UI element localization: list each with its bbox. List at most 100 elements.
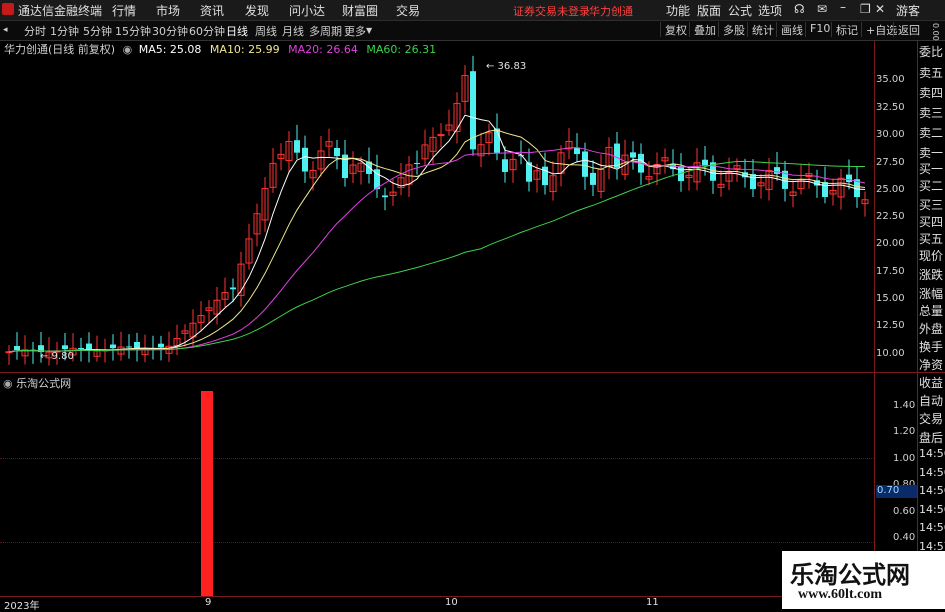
menu-item-options[interactable]: 选项 — [758, 2, 782, 19]
user-label[interactable]: 游客 — [896, 2, 920, 19]
price-tick: 32.50 — [876, 102, 905, 113]
menu-item-market[interactable]: 市场 — [156, 2, 180, 19]
side-panel-top-value: 0.00 — [931, 23, 940, 41]
menu-item-wealth[interactable]: 财富圈 — [342, 2, 378, 19]
menu-item-trade[interactable]: 交易 — [396, 2, 420, 19]
side-panel-item[interactable]: 卖二 — [919, 124, 945, 141]
caret-left-icon[interactable]: ◂ — [3, 25, 8, 35]
candle-down — [630, 152, 636, 158]
toolbar-f10[interactable]: F10 — [805, 22, 830, 37]
candle-down — [334, 147, 340, 157]
candle-down — [382, 195, 388, 198]
price-tick: 30.00 — [876, 129, 905, 140]
side-panel-item[interactable]: 涨跌 — [919, 266, 945, 283]
menu-item-layout[interactable]: 版面 — [697, 2, 721, 19]
side-panel-item[interactable]: 14:56 — [919, 521, 945, 534]
side-panel-item[interactable]: 外盘 — [919, 320, 945, 337]
price-tick: 25.00 — [876, 184, 905, 195]
period-tab-monthly[interactable]: 月线 — [282, 23, 304, 39]
side-panel-item[interactable]: 换手 — [919, 338, 945, 355]
toolbar-back[interactable]: 返回 — [893, 22, 920, 37]
toolbar-overlay[interactable]: 叠加 — [689, 22, 716, 37]
price-tick: 20.00 — [876, 238, 905, 249]
period-tab-60min[interactable]: 60分钟 — [189, 23, 225, 39]
minimize-icon[interactable]: – — [840, 0, 846, 14]
price-tick: 10.00 — [876, 348, 905, 359]
period-tab-multi[interactable]: 多周期 — [309, 23, 342, 39]
x-axis-label: 10 — [445, 597, 458, 608]
candle-down — [294, 140, 300, 153]
watermark-url: www.60lt.com — [798, 587, 882, 602]
side-panel-item[interactable]: 自动 — [919, 392, 945, 409]
side-panel-item[interactable]: 卖四 — [919, 84, 945, 101]
side-panel-item[interactable]: 涨幅 — [919, 285, 945, 302]
side-panel-item[interactable]: 交易 — [919, 410, 945, 427]
side-panel-item[interactable]: 买五 — [919, 230, 945, 247]
indicator-bar — [201, 391, 213, 596]
period-tab-timeshare[interactable]: 分时 — [24, 23, 46, 39]
login-notice[interactable]: 证券交易未登录 — [513, 3, 590, 19]
price-tick: 27.50 — [876, 157, 905, 168]
side-panel-item[interactable]: 总量 — [919, 302, 945, 319]
high-price-label: ← 36.83 — [486, 61, 526, 72]
watermark-title: 乐淘公式网 — [790, 561, 910, 589]
price-tick: 15.00 — [876, 293, 905, 304]
x-axis-label: 11 — [646, 597, 659, 608]
menu-item-quotes[interactable]: 行情 — [112, 2, 136, 19]
toolbar-multi-stock[interactable]: 多股 — [718, 22, 745, 37]
candle-down — [590, 172, 596, 185]
price-tick: 17.50 — [876, 266, 905, 277]
indicator-tick: 0.40 — [893, 532, 916, 543]
restore-icon[interactable]: ❐ — [860, 2, 871, 16]
period-tab-30min[interactable]: 30分钟 — [152, 23, 188, 39]
period-tab-more[interactable]: 更多 — [344, 23, 366, 39]
toolbar-statistics[interactable]: 统计 — [747, 22, 774, 37]
period-tab-15min[interactable]: 15分钟 — [115, 23, 151, 39]
menu-item-formula[interactable]: 公式 — [728, 2, 752, 19]
side-panel-item[interactable]: 卖三 — [919, 104, 945, 121]
x-axis-line — [0, 596, 917, 597]
side-panel-item[interactable]: 买四 — [919, 213, 945, 230]
app-logo-icon — [2, 2, 14, 16]
menu-item-news[interactable]: 资讯 — [200, 2, 224, 19]
candle-down — [126, 346, 132, 348]
menu-item-function[interactable]: 功能 — [666, 2, 690, 19]
menu-item-discover[interactable]: 发现 — [245, 2, 269, 19]
side-panel-item[interactable]: 收益 — [919, 374, 945, 391]
toolbar-add-favorite[interactable]: +自选 — [861, 22, 897, 37]
side-panel-item[interactable]: 14:56 — [919, 484, 945, 497]
candle-up — [437, 134, 445, 137]
kline-chart[interactable]: ← 36.83 ← 9.80 — [0, 41, 874, 596]
side-panel-item[interactable]: 现价 — [919, 247, 945, 264]
indicator-tick: 1.00 — [893, 453, 916, 464]
headset-icon[interactable]: ☊ — [794, 2, 805, 16]
toolbar-restore-rights[interactable]: 复权 — [660, 22, 687, 37]
period-tab-weekly[interactable]: 周线 — [255, 23, 277, 39]
candle-down — [14, 346, 20, 351]
side-panel-item[interactable]: 委比 — [919, 43, 945, 60]
side-panel-item[interactable]: 买三 — [919, 196, 945, 213]
period-tab-1min[interactable]: 1分钟 — [50, 23, 79, 39]
indicator-tick: 0.60 — [893, 506, 916, 517]
more-caret-icon[interactable]: ▼ — [366, 26, 372, 35]
menu-item-ask[interactable]: 问小达 — [289, 2, 325, 19]
side-panel-item[interactable]: 净资 — [919, 356, 945, 373]
side-panel-item[interactable]: 14:56 — [919, 447, 945, 460]
period-tab-5min[interactable]: 5分钟 — [83, 23, 112, 39]
close-icon[interactable]: ✕ — [875, 2, 885, 16]
candle-down — [158, 343, 164, 348]
candle-down — [822, 182, 828, 197]
price-tick: 22.50 — [876, 211, 905, 222]
side-panel-item[interactable]: 卖五 — [919, 64, 945, 81]
toolbar-mark[interactable]: 标记 — [831, 22, 858, 37]
message-icon[interactable]: ✉ — [817, 2, 827, 16]
ma-line-60 — [8, 160, 866, 353]
side-panel-item[interactable]: 盘后 — [919, 429, 945, 446]
toolbar-draw[interactable]: 画线 — [776, 22, 803, 37]
side-panel-item[interactable]: 14:56 — [919, 466, 945, 479]
side-panel-item[interactable]: 买二 — [919, 177, 945, 194]
side-panel-item[interactable]: 买一 — [919, 160, 945, 177]
side-panel-item[interactable]: 卖一 — [919, 144, 945, 161]
period-tab-daily[interactable]: 日线 — [226, 23, 248, 39]
side-panel-item[interactable]: 14:56 — [919, 503, 945, 516]
